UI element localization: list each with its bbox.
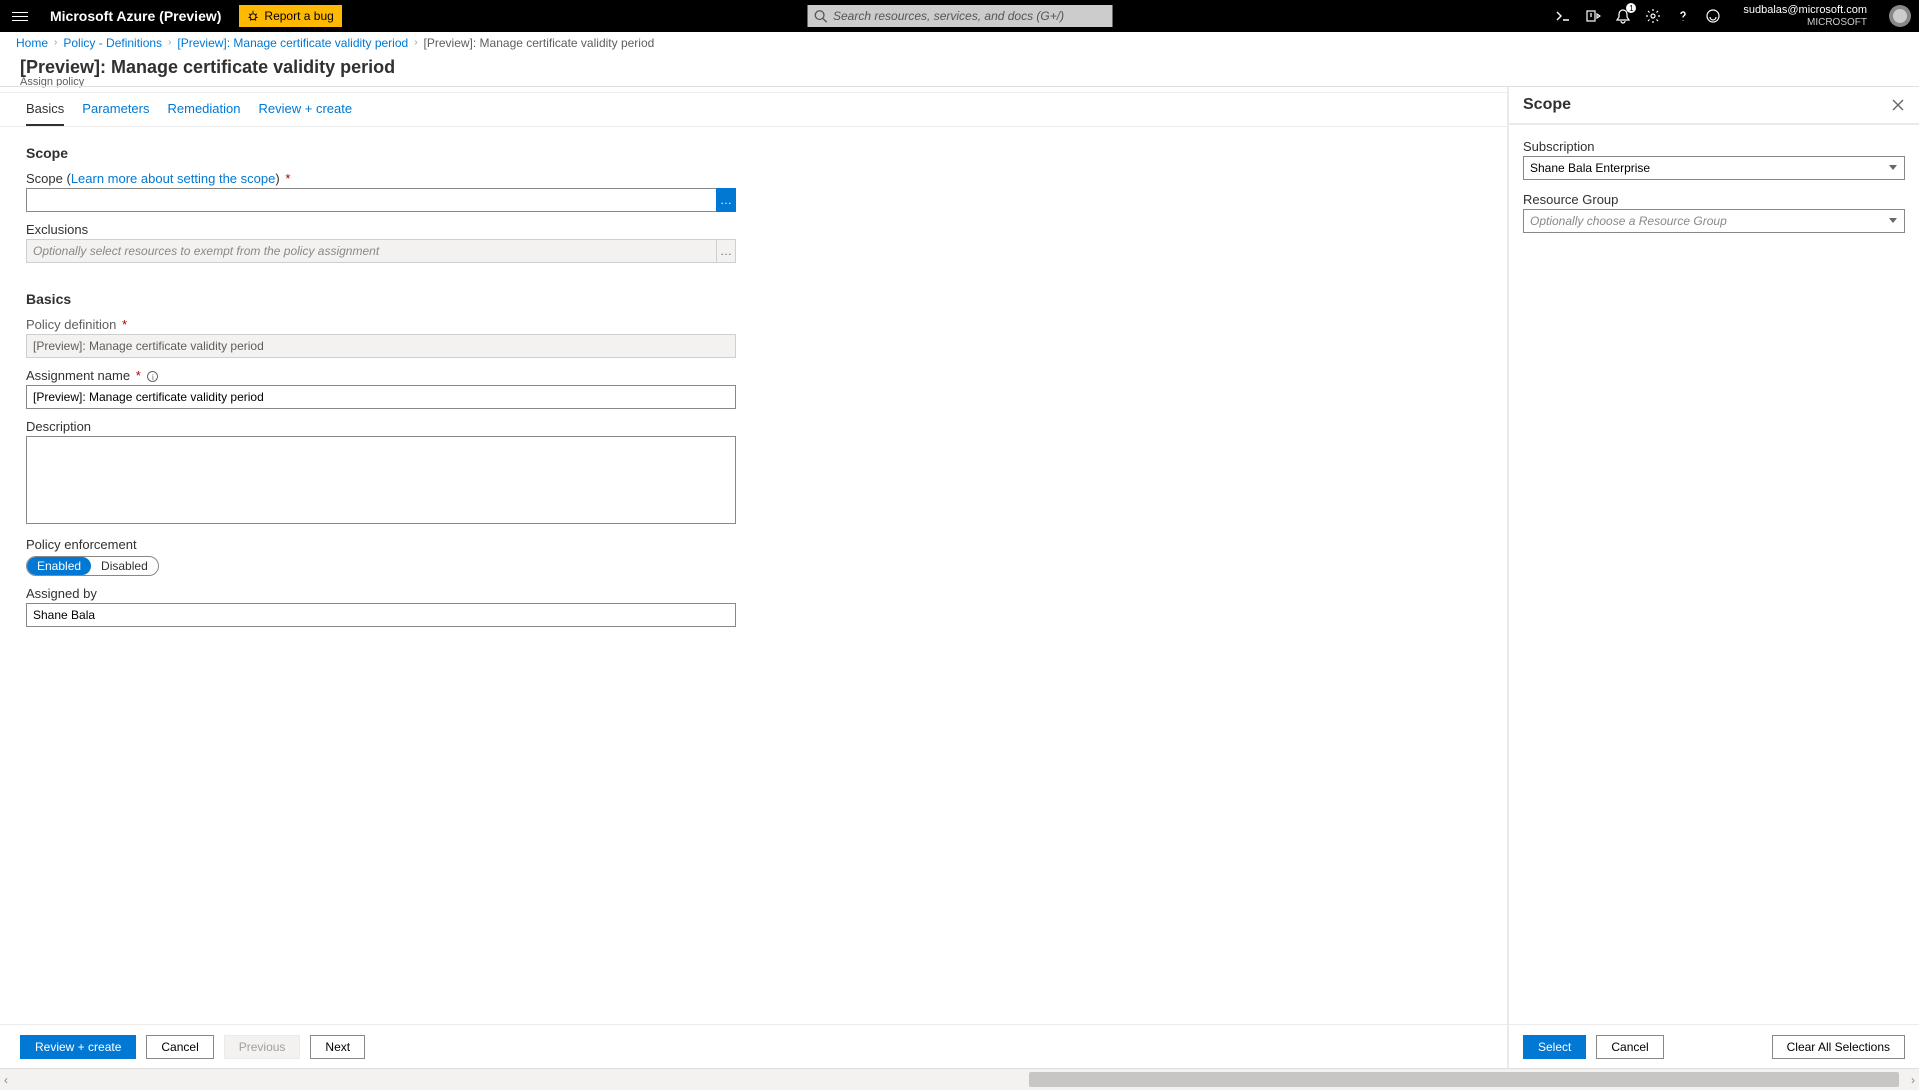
chevron-right-icon: › <box>414 37 417 48</box>
section-basics: Basics <box>26 291 1481 307</box>
tabs: Basics Parameters Remediation Review + c… <box>0 87 1507 127</box>
crumb-policy[interactable]: Policy - Definitions <box>63 36 162 50</box>
policy-enforcement-label: Policy enforcement <box>26 537 1481 552</box>
form-footer: Review + create Cancel Previous Next <box>0 1024 1507 1068</box>
feedback-icon[interactable] <box>1705 8 1721 24</box>
horizontal-scrollbar[interactable]: ‹ › <box>0 1068 1919 1090</box>
scope-input[interactable] <box>26 188 717 212</box>
scope-label: Scope (Learn more about setting the scop… <box>26 171 1481 186</box>
settings-icon[interactable] <box>1645 8 1661 24</box>
required-icon: * <box>122 317 127 332</box>
exclusions-label: Exclusions <box>26 222 1481 237</box>
next-button[interactable]: Next <box>310 1035 365 1059</box>
scope-picker-button[interactable]: … <box>716 188 736 212</box>
cancel-button[interactable]: Cancel <box>146 1035 213 1059</box>
chevron-right-icon: › <box>168 37 171 48</box>
global-search <box>807 5 1112 27</box>
bug-icon <box>247 10 259 22</box>
cloud-shell-icon[interactable] <box>1555 8 1571 24</box>
assignment-name-input[interactable] <box>26 385 736 409</box>
notifications-icon[interactable]: 1 <box>1615 8 1631 24</box>
breadcrumb: Home › Policy - Definitions › [Preview]:… <box>0 32 1919 53</box>
tab-remediation[interactable]: Remediation <box>168 101 241 126</box>
tab-basics[interactable]: Basics <box>26 101 64 126</box>
menu-icon[interactable] <box>12 7 30 25</box>
subscription-label: Subscription <box>1523 139 1905 154</box>
scope-cancel-button[interactable]: Cancel <box>1596 1035 1663 1059</box>
search-icon <box>813 9 827 23</box>
required-icon: * <box>136 368 141 383</box>
scope-panel: Scope Subscription Shane Bala Enterprise… <box>1509 87 1919 1068</box>
scroll-right-icon[interactable]: › <box>1911 1073 1915 1087</box>
clear-selections-button[interactable]: Clear All Selections <box>1772 1035 1905 1059</box>
toggle-disabled[interactable]: Disabled <box>91 557 158 575</box>
page-title: [Preview]: Manage certificate validity p… <box>20 57 1919 78</box>
crumb-preview[interactable]: [Preview]: Manage certificate validity p… <box>177 36 408 50</box>
topbar: Microsoft Azure (Preview) Report a bug 1… <box>0 0 1919 32</box>
description-input[interactable] <box>26 436 736 524</box>
subscription-select[interactable]: Shane Bala Enterprise <box>1523 156 1905 180</box>
tab-parameters[interactable]: Parameters <box>82 101 149 126</box>
account-info[interactable]: sudbalas@microsoft.com Microsoft <box>1743 4 1867 27</box>
section-scope: Scope <box>26 145 1481 161</box>
previous-button: Previous <box>224 1035 301 1059</box>
assigned-by-label: Assigned by <box>26 586 1481 601</box>
brand-label: Microsoft Azure (Preview) <box>50 8 221 24</box>
exclusions-input[interactable] <box>26 239 717 263</box>
crumb-home[interactable]: Home <box>16 36 48 50</box>
scope-select-button[interactable]: Select <box>1523 1035 1586 1059</box>
report-bug-button[interactable]: Report a bug <box>239 5 341 27</box>
assignment-name-label: Assignment name * i <box>26 368 1481 383</box>
review-create-button[interactable]: Review + create <box>20 1035 136 1059</box>
assigned-by-input[interactable] <box>26 603 736 627</box>
account-email: sudbalas@microsoft.com <box>1743 4 1867 16</box>
report-bug-label: Report a bug <box>264 9 333 23</box>
policy-enforcement-toggle[interactable]: Enabled Disabled <box>26 556 159 576</box>
info-icon[interactable]: i <box>147 371 158 382</box>
learn-scope-link[interactable]: Learn more about setting the scope <box>71 171 276 186</box>
scroll-left-icon[interactable]: ‹ <box>4 1073 8 1087</box>
policy-definition-label: Policy definition * <box>26 317 1481 332</box>
exclusions-picker-button[interactable]: … <box>716 239 736 263</box>
required-icon: * <box>285 171 290 186</box>
resource-group-label: Resource Group <box>1523 192 1905 207</box>
scope-panel-title: Scope <box>1523 96 1891 114</box>
directory-filter-icon[interactable] <box>1585 8 1601 24</box>
crumb-current: [Preview]: Manage certificate validity p… <box>424 36 655 50</box>
description-label: Description <box>26 419 1481 434</box>
chevron-right-icon: › <box>54 37 57 48</box>
tab-review[interactable]: Review + create <box>259 101 353 126</box>
account-org: Microsoft <box>1743 17 1867 28</box>
scroll-thumb[interactable] <box>1029 1072 1899 1087</box>
help-icon[interactable] <box>1675 8 1691 24</box>
policy-definition-input <box>26 334 736 358</box>
resource-group-select[interactable]: Optionally choose a Resource Group <box>1523 209 1905 233</box>
toggle-enabled[interactable]: Enabled <box>27 557 91 575</box>
notification-badge: 1 <box>1626 3 1636 13</box>
close-icon[interactable] <box>1891 98 1905 112</box>
search-input[interactable] <box>807 5 1112 27</box>
avatar[interactable] <box>1889 5 1911 27</box>
